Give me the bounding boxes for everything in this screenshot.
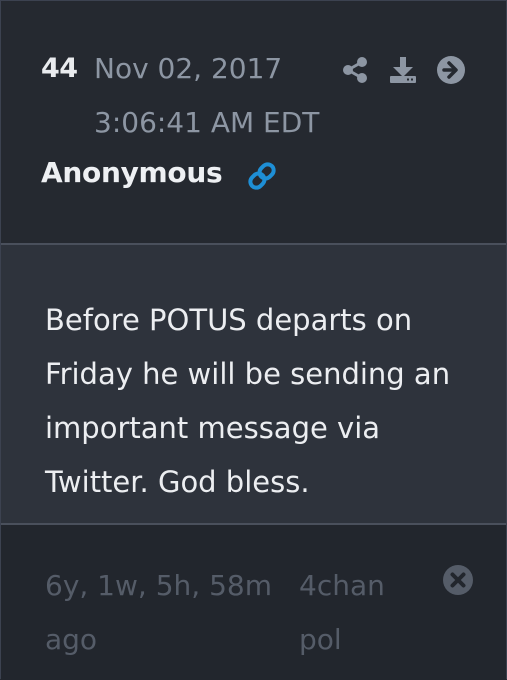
post-author: Anonymous: [41, 156, 223, 189]
arrow-circle-right-icon[interactable]: [435, 54, 467, 86]
post-date: Nov 02, 2017: [94, 52, 283, 85]
post-header: 44 Nov 02, 2017 3:06:41 AM EDT Anonymous: [1, 1, 506, 243]
post-time: 3:06:41 AM EDT: [94, 106, 320, 139]
post-footer: 6y, 1w, 5h, 58m ago 4chan pol: [1, 525, 506, 680]
download-icon[interactable]: [387, 54, 419, 86]
post-number[interactable]: 44: [41, 53, 78, 84]
post-body: Before POTUS departs on Friday he will b…: [1, 245, 506, 523]
close-circle-icon[interactable]: [442, 564, 474, 596]
post-source: 4chan pol: [299, 559, 419, 667]
link-icon[interactable]: [244, 158, 280, 194]
source-site: 4chan: [299, 569, 385, 602]
post-actions: [339, 53, 467, 87]
post-age: 6y, 1w, 5h, 58m ago: [45, 569, 272, 656]
share-icon[interactable]: [339, 54, 371, 86]
source-board: pol: [299, 623, 342, 656]
post-card: 44 Nov 02, 2017 3:06:41 AM EDT Anonymous…: [0, 0, 507, 680]
post-message: Before POTUS departs on Friday he will b…: [45, 303, 451, 499]
